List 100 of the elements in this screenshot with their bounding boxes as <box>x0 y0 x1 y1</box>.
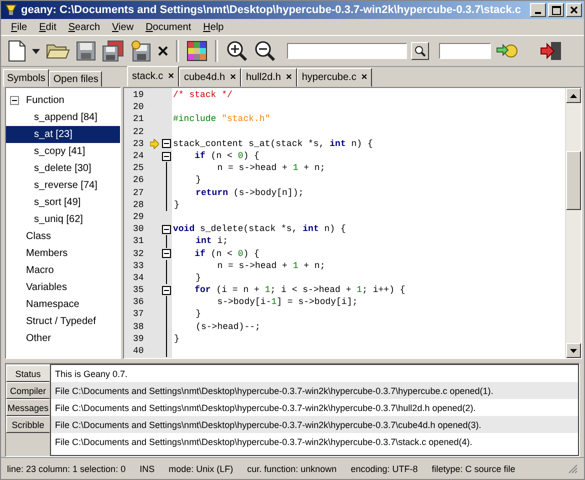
symbol-category[interactable]: Other <box>26 333 52 344</box>
status-text: INS <box>140 464 155 474</box>
code-line: #include "stack.h" <box>172 114 270 124</box>
close-icon <box>570 6 578 14</box>
line-number: 23 <box>132 138 145 149</box>
symbol-category[interactable]: Namespace <box>26 299 80 310</box>
code-line: (s->head)--; <box>194 322 260 332</box>
menu-item[interactable]: Search <box>62 22 106 32</box>
symbol-item[interactable]: s_delete [30] <box>34 163 92 174</box>
code-line: n = s->head + 1 + n; <box>216 260 326 271</box>
search-field[interactable] <box>287 43 407 59</box>
color-chooser-button[interactable] <box>186 38 208 64</box>
code-line: } <box>173 200 180 210</box>
code-line: } <box>194 175 202 186</box>
minimize-button[interactable] <box>530 3 546 17</box>
line-number: 35 <box>132 285 145 296</box>
code-line: void s_delete(stack *s, int n) { <box>172 224 346 234</box>
line-number: 19 <box>132 90 145 100</box>
maximize-button[interactable] <box>548 3 564 17</box>
resize-grip-icon[interactable] <box>568 464 578 474</box>
scroll-down-icon[interactable] <box>570 348 577 352</box>
new-file-button[interactable] <box>7 38 27 64</box>
fold-icon[interactable] <box>162 224 170 234</box>
symbol-category[interactable]: Class <box>26 231 52 242</box>
symbol-item[interactable]: s_reverse [74] <box>34 180 98 191</box>
tab-close-button[interactable]: × <box>361 72 368 83</box>
symbol-category[interactable]: Variables <box>26 282 67 293</box>
code-line: } <box>173 334 180 344</box>
status-text: encoding: UTF-8 <box>350 464 418 474</box>
expander-icon[interactable] <box>10 96 19 105</box>
window-title: geany: C:\Documents and Settings\nmt\Desktop\hypercube-0.3.7-win2k\hypercube-0.3.7\stack.c <box>21 4 522 16</box>
line-number: 32 <box>132 248 145 259</box>
line-number: 22 <box>132 126 145 137</box>
fold-icon[interactable] <box>162 139 170 148</box>
symbol-category[interactable]: Members <box>26 248 68 259</box>
scrollbar[interactable] <box>565 88 581 358</box>
message-line: File C:\Documents and Settings\nmt\Desktop\hypercube-0.3.7-win2k\hypercube-0.3.7\stack.c opened(4). <box>54 436 474 449</box>
tab-close-button[interactable]: × <box>230 72 236 83</box>
symbol-category[interactable]: Struct / Typedef <box>26 316 96 327</box>
message-tab[interactable]: Compiler <box>6 382 50 399</box>
code-line: for (i = n + 1; i < s->head + 1; i++) { <box>194 285 406 296</box>
close-icon <box>158 46 168 56</box>
menu-item[interactable]: Edit <box>33 22 62 32</box>
symbol-item[interactable]: s_sort [49] <box>34 197 81 208</box>
code-line: /* stack */ <box>172 90 232 100</box>
message-line: This is Geany 0.7. <box>54 368 129 381</box>
symbol-category[interactable]: Macro <box>26 265 54 276</box>
code-line: n = s->head + 1 + n; <box>216 163 326 174</box>
code-line: } <box>194 309 202 320</box>
code-line: } <box>194 272 202 283</box>
scrollbar-thumb[interactable] <box>566 151 581 210</box>
message-tab[interactable]: Messages <box>6 399 50 416</box>
symbol-item[interactable]: s_uniq [62] <box>34 214 83 225</box>
save-all-button[interactable] <box>101 38 125 64</box>
status-text: cur. function: unknown <box>247 464 337 474</box>
close-button[interactable] <box>566 3 582 17</box>
symbol-category[interactable]: Function <box>26 95 64 106</box>
line-number: 37 <box>132 309 145 320</box>
lamp-icon <box>3 3 19 17</box>
line-number: 40 <box>132 346 145 356</box>
tab-close-button[interactable]: × <box>286 72 292 83</box>
revert-button[interactable] <box>129 38 153 64</box>
status-text: mode: Unix (LF) <box>168 464 234 474</box>
scroll-up-icon[interactable] <box>570 94 577 98</box>
message-line: File C:\Documents and Settings\nmt\Desktop\hypercube-0.3.7-win2k\hypercube-0.3.7\hull2d.h opened(2). <box>54 402 477 415</box>
line-number: 38 <box>132 322 145 332</box>
line-number: 20 <box>132 102 145 112</box>
code-line: int i; <box>194 236 228 246</box>
line-number: 21 <box>132 114 145 124</box>
caret-icon <box>32 48 40 54</box>
code-line: return (s->body[n]); <box>194 188 304 198</box>
message-tab[interactable]: Status <box>6 365 50 382</box>
search-button[interactable] <box>411 42 429 60</box>
menu-item[interactable]: Help <box>197 22 230 32</box>
document-tab[interactable]: stack.c × <box>127 66 179 87</box>
message-tab[interactable]: Scribble <box>6 416 50 433</box>
line-number: 31 <box>132 236 145 246</box>
tab-close-button[interactable]: × <box>168 71 174 82</box>
zoom-out-button[interactable] <box>253 38 277 64</box>
menu-item[interactable]: Document <box>140 22 198 32</box>
menu-item[interactable]: File <box>5 22 34 32</box>
maximize-icon <box>552 6 560 14</box>
menu-item[interactable]: View <box>106 22 140 32</box>
sidebar-tab[interactable]: Symbols <box>3 69 50 87</box>
code-line: s->body[i-1] = s->body[i]; <box>216 297 358 308</box>
symbol-item[interactable]: s_copy [41] <box>34 146 86 157</box>
zoom-in-button[interactable] <box>225 38 249 64</box>
line-number: 34 <box>132 272 145 283</box>
fold-icon[interactable] <box>162 152 170 161</box>
line-number: 39 <box>132 334 145 344</box>
line-number: 24 <box>132 151 145 162</box>
line-number: 25 <box>132 163 145 174</box>
code-line: if (n < 0) { <box>194 151 260 162</box>
fold-icon[interactable] <box>162 249 170 258</box>
line-number: 30 <box>132 224 145 234</box>
line-number: 27 <box>132 188 145 198</box>
fold-icon[interactable] <box>162 286 170 295</box>
sidebar-tab[interactable]: Open files <box>49 71 102 87</box>
symbol-item[interactable]: s_append [84] <box>34 112 98 123</box>
line-number-field[interactable] <box>439 43 491 59</box>
